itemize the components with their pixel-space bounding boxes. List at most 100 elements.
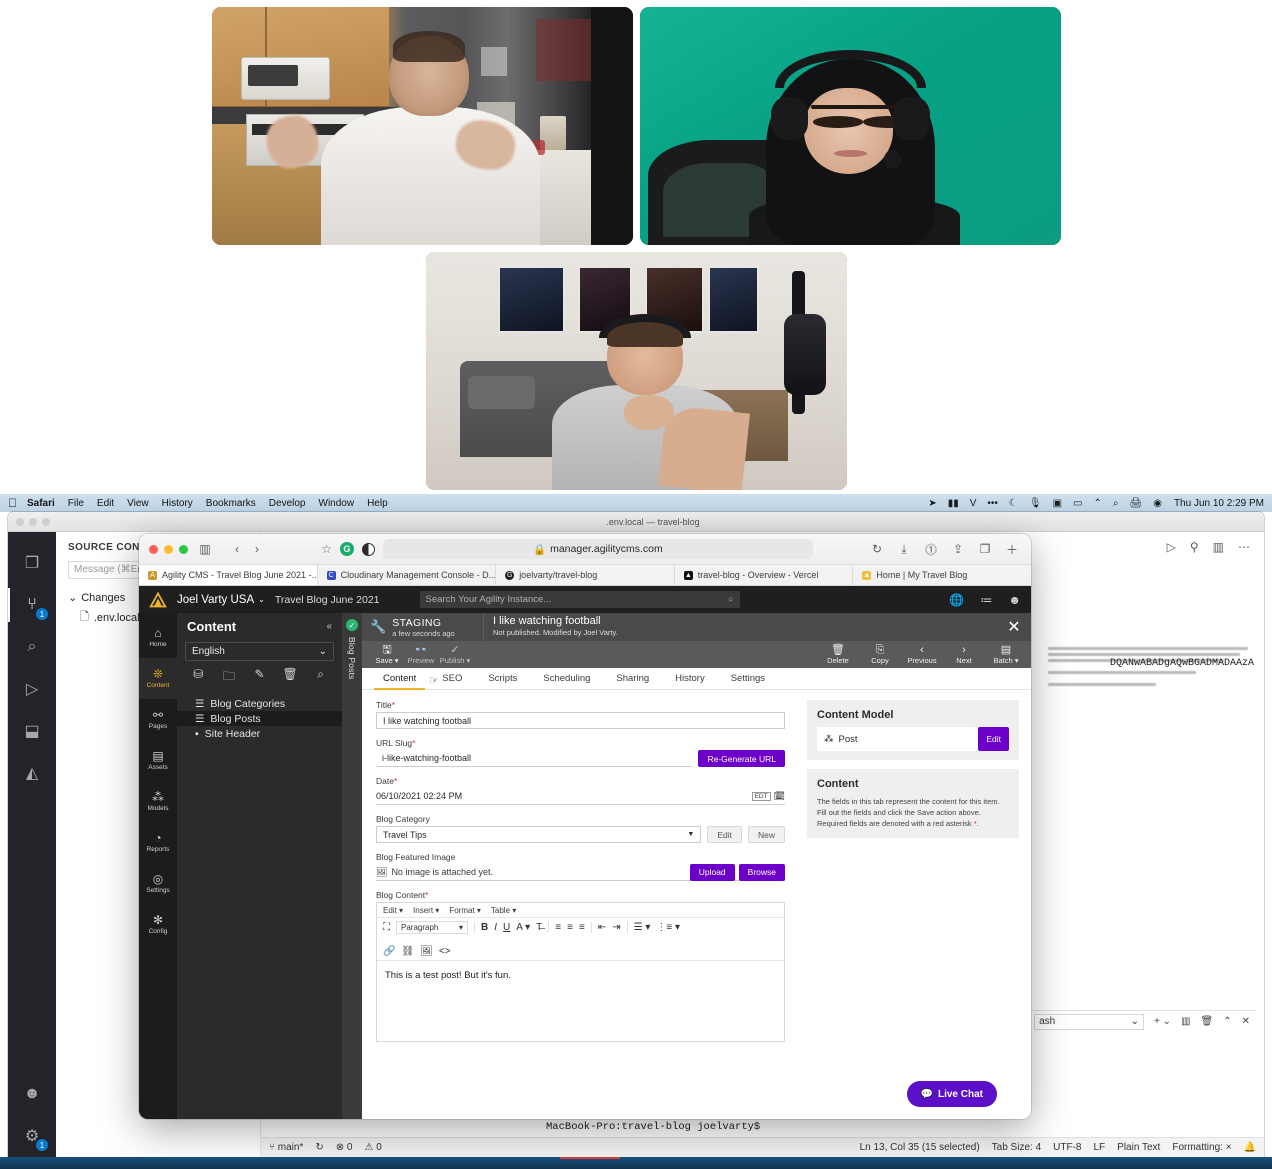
source-code-icon[interactable]: <> <box>439 946 451 957</box>
location-icon[interactable]: ➤ <box>928 498 936 509</box>
search-icon[interactable]: ⌕ <box>305 667 336 688</box>
siri-icon[interactable]: ◉ <box>1153 498 1162 509</box>
battery-icon[interactable]: ▭ <box>1073 498 1082 509</box>
instance-search-input[interactable]: Search Your Agility Instance... ⌕ <box>419 591 740 608</box>
menu-item-history[interactable]: History <box>162 498 193 509</box>
more-actions-icon[interactable]: ⋯ <box>1238 540 1250 554</box>
search-icon[interactable]: ⌕ <box>1113 498 1119 509</box>
nav-settings[interactable]: ◎ Settings <box>139 863 177 904</box>
paragraph-style-select[interactable]: Paragraph ▾ <box>396 921 468 934</box>
fullscreen-icon[interactable]: ⛶ <box>383 922 390 933</box>
upload-button[interactable]: Upload <box>689 863 735 881</box>
minimize-window-button[interactable] <box>164 544 173 554</box>
edit-icon[interactable]: ✎ <box>244 667 275 688</box>
org-switcher[interactable]: Joel Varty USA ⌄ <box>177 594 265 606</box>
moon-icon[interactable]: ☾ <box>1009 498 1018 509</box>
grammarly-icon[interactable]: G <box>339 542 354 556</box>
save-button[interactable]: 🖫 Save ▾ <box>370 644 404 665</box>
insert-image-icon[interactable]: 🖼 <box>420 946 433 957</box>
unlink-icon[interactable]: ⛓ <box>401 946 414 957</box>
menu-item-bookmarks[interactable]: Bookmarks <box>206 498 256 509</box>
align-center-icon[interactable]: ≡ <box>567 922 573 933</box>
browse-button[interactable]: Browse <box>738 863 785 881</box>
browser-tab-travelblog[interactable]: ▲ Home | My Travel Blog <box>853 565 1031 585</box>
bullet-list-icon[interactable]: ☰ ▾ <box>634 922 651 933</box>
split-terminal-icon[interactable]: ▥ <box>1181 1016 1190 1027</box>
date-input[interactable]: 06/10/2021 02:24 PM EDT 🗓 <box>376 788 785 805</box>
menu-item-edit[interactable]: Edit <box>97 498 114 509</box>
activity-account[interactable]: ☻ <box>8 1073 56 1115</box>
rte-content-body[interactable]: This is a test post! But it's fun. <box>377 961 784 1041</box>
reader-contrast-icon[interactable] <box>361 542 375 556</box>
video-tile-participant-2[interactable] <box>640 7 1061 245</box>
maximize-panel-icon[interactable]: ⌃ <box>1223 1016 1231 1027</box>
kill-terminal-icon[interactable]: 🗑 <box>1201 1016 1214 1027</box>
nav-config[interactable]: ✻ Config <box>139 904 177 945</box>
category-select[interactable]: Travel Tips ▼ <box>376 826 702 843</box>
language-select[interactable]: English ⌄ <box>185 642 334 661</box>
browser-tab-cloudinary[interactable]: C Cloudinary Management Console - D... <box>318 565 497 585</box>
add-folder-icon[interactable]: 🗀 <box>214 667 245 688</box>
preview-button[interactable]: 👓 Preview <box>404 644 438 665</box>
status-formatting[interactable]: Formatting: × <box>1172 1142 1231 1153</box>
rte-menu-table[interactable]: Table ▾ <box>491 906 516 915</box>
regenerate-url-button[interactable]: Re-Generate URL <box>698 750 785 767</box>
number-list-icon[interactable]: ⋮≡ ▾ <box>656 922 680 933</box>
status-tab-size[interactable]: Tab Size: 4 <box>992 1142 1041 1153</box>
tab-scheduling[interactable]: Scheduling <box>530 668 603 690</box>
live-chat-button[interactable]: 💬 Live Chat <box>906 1081 997 1107</box>
next-button[interactable]: › Next <box>947 644 981 665</box>
vertical-tab-blog-posts[interactable]: Blog Posts <box>347 637 357 680</box>
downloads-icon[interactable]: ⤓ <box>895 542 913 557</box>
align-left-icon[interactable]: ≡ <box>555 922 561 933</box>
status-cursor-position[interactable]: Ln 13, Col 35 (15 selected) <box>860 1142 980 1153</box>
rte-menu-insert[interactable]: Insert ▾ <box>413 906 439 915</box>
indent-icon[interactable]: ⇥ <box>612 922 620 933</box>
terminal-shell-select[interactable]: ash ⌄ <box>1034 1013 1145 1030</box>
tab-scripts[interactable]: Scripts <box>475 668 530 690</box>
title-input[interactable]: I like watching football <box>376 712 785 729</box>
video-tile-participant-1[interactable] <box>212 7 633 245</box>
tab-seo[interactable]: ☞ SEO <box>429 668 475 690</box>
activity-explorer[interactable]: ❐ <box>8 542 56 584</box>
split-editor-icon[interactable]: ▥ <box>1213 540 1224 554</box>
environment-indicator[interactable]: 🔧 STAGING a few seconds ago <box>362 613 484 641</box>
link-icon[interactable]: 🔗 <box>383 946 395 957</box>
tab-history[interactable]: History <box>662 668 718 690</box>
browser-tab-github[interactable]: G joelvarty/travel-blog <box>496 565 675 585</box>
vscode-window-controls[interactable] <box>16 517 50 526</box>
ellipsis-icon[interactable]: ••• <box>987 498 998 509</box>
content-item-blog-posts[interactable]: ☰ Blog Posts <box>177 711 342 726</box>
rte-menu-edit[interactable]: Edit ▾ <box>383 906 403 915</box>
delete-icon[interactable]: 🗑 <box>275 667 306 688</box>
status-warnings[interactable]: ⚠ 0 <box>364 1142 381 1153</box>
menu-item-safari[interactable]: Safari <box>27 498 55 509</box>
project-name[interactable]: Travel Blog June 2021 <box>275 594 380 606</box>
tab-sharing[interactable]: Sharing <box>603 668 662 690</box>
menu-item-window[interactable]: Window <box>319 498 355 509</box>
category-new-button[interactable]: New <box>747 826 785 843</box>
status-sync-icon[interactable]: ↻ <box>315 1142 323 1153</box>
forward-icon[interactable]: › <box>248 542 266 556</box>
address-bar[interactable]: 🔒 manager.agilitycms.com <box>382 539 813 559</box>
menu-item-file[interactable]: File <box>68 498 84 509</box>
activity-source-control[interactable]: ⑂ 1 <box>8 584 56 626</box>
tasks-icon[interactable]: ≔ <box>980 593 992 607</box>
menu-item-develop[interactable]: Develop <box>269 498 306 509</box>
user-icon[interactable]: ☻ <box>1008 593 1021 607</box>
model-edit-button[interactable]: Edit <box>978 727 1009 751</box>
debug-icon[interactable]: ⚲ <box>1190 540 1199 554</box>
activity-settings[interactable]: ⚙ 1 <box>8 1115 56 1157</box>
previous-button[interactable]: ‹ Previous <box>905 644 939 665</box>
run-file-icon[interactable]: ▷ <box>1167 540 1176 554</box>
status-branch[interactable]: ⑂ main* <box>269 1142 303 1153</box>
mic-icon[interactable]: 🎙 <box>1029 498 1042 509</box>
collapse-icon[interactable]: « <box>326 621 332 632</box>
status-language[interactable]: Plain Text <box>1117 1142 1160 1153</box>
menu-item-view[interactable]: View <box>127 498 149 509</box>
tab-overview-icon[interactable]: ❐ <box>976 542 994 556</box>
underline-icon[interactable]: U <box>503 922 510 933</box>
status-encoding[interactable]: UTF-8 <box>1053 1142 1081 1153</box>
privacy-icon[interactable]: ⓵ <box>922 541 940 558</box>
activity-azure[interactable]: ◭ <box>8 752 56 794</box>
